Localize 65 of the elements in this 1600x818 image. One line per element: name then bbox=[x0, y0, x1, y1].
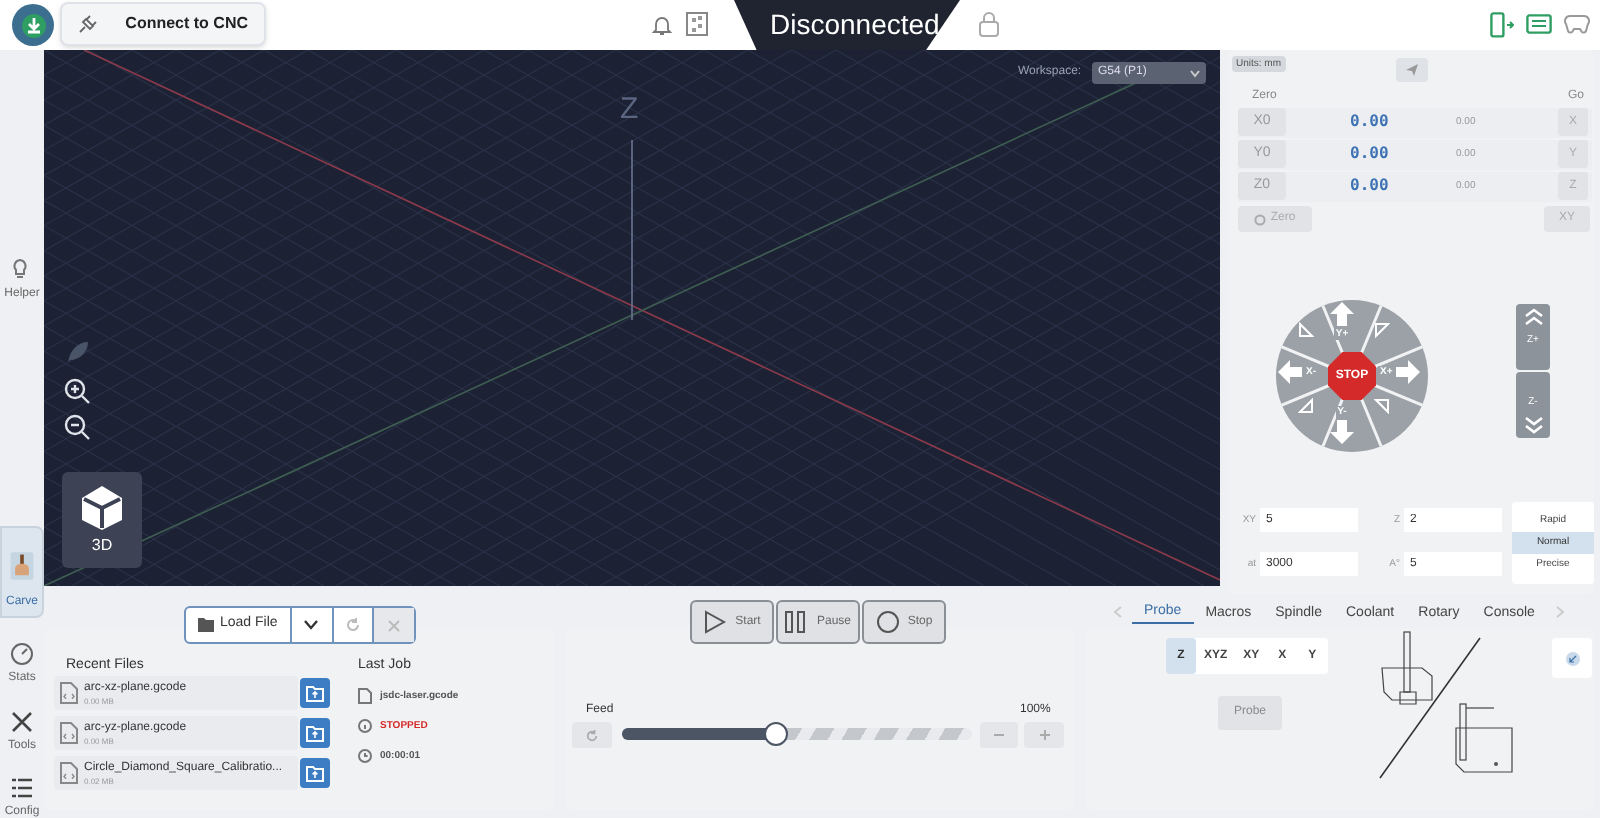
pause-icon bbox=[784, 610, 809, 634]
work-position: 0.00 bbox=[1350, 142, 1389, 166]
zoom-in-icon[interactable] bbox=[64, 378, 90, 404]
arrow-icon bbox=[1278, 360, 1302, 384]
leaf-icon[interactable] bbox=[66, 340, 90, 364]
view-button[interactable]: 3D bbox=[62, 472, 142, 568]
open-file-button[interactable] bbox=[300, 718, 330, 748]
close-button[interactable] bbox=[373, 608, 414, 642]
diagonal-jog-button[interactable] bbox=[1374, 398, 1390, 414]
grid-icon[interactable] bbox=[686, 12, 708, 36]
minus-icon bbox=[994, 734, 1004, 736]
gamepad-icon[interactable] bbox=[1564, 14, 1590, 34]
connection-status: Disconnected bbox=[770, 8, 940, 40]
download-icon bbox=[21, 13, 45, 37]
zoom-out-icon[interactable] bbox=[64, 414, 90, 440]
slider-track[interactable] bbox=[622, 728, 972, 740]
reload-icon bbox=[345, 618, 360, 632]
folder-upload-icon bbox=[306, 725, 324, 741]
send-icon bbox=[1406, 64, 1418, 76]
carve-icon bbox=[8, 550, 36, 582]
phone-icon[interactable] bbox=[1490, 12, 1514, 38]
diagonal-jog-button[interactable] bbox=[1298, 398, 1314, 414]
double-chevron-icon bbox=[1523, 416, 1543, 434]
arrow-icon bbox=[1396, 360, 1421, 384]
expand-button[interactable] bbox=[1552, 638, 1592, 678]
circle-icon bbox=[875, 610, 900, 634]
axis-label: Z bbox=[620, 94, 639, 126]
open-file-button[interactable] bbox=[300, 758, 330, 788]
config-icon bbox=[10, 776, 34, 800]
caret-icon bbox=[1190, 69, 1200, 77]
code-file-icon bbox=[60, 722, 78, 744]
code-file-icon bbox=[60, 682, 78, 704]
folder-upload-icon bbox=[306, 765, 324, 781]
play-icon bbox=[703, 610, 728, 634]
slider-thumb[interactable] bbox=[764, 722, 788, 746]
work-position: 0.00 bbox=[1350, 174, 1389, 198]
close-icon bbox=[387, 619, 400, 631]
cube-icon bbox=[78, 484, 126, 532]
reset-button[interactable] bbox=[572, 722, 612, 748]
send-button[interactable] bbox=[1396, 58, 1428, 82]
file-icon bbox=[358, 688, 372, 704]
connect-button[interactable]: Connect to CNC bbox=[60, 2, 266, 46]
code-file-icon bbox=[60, 762, 78, 784]
keyboard-icon[interactable] bbox=[1526, 14, 1552, 34]
folder-icon bbox=[198, 618, 214, 632]
arrow-icon bbox=[1330, 302, 1354, 326]
folder-upload-icon bbox=[306, 685, 324, 701]
diagonal-jog-button[interactable] bbox=[1374, 322, 1390, 338]
app-logo-icon[interactable] bbox=[12, 4, 54, 46]
plus-icon bbox=[1039, 730, 1049, 740]
chevron-down-icon bbox=[304, 620, 319, 630]
clock-icon bbox=[358, 748, 372, 764]
double-chevron-icon bbox=[1523, 308, 1543, 326]
increase-button[interactable] bbox=[1024, 722, 1064, 748]
arrow-icon bbox=[1330, 420, 1354, 444]
diagonal-jog-button[interactable] bbox=[1298, 322, 1314, 338]
plug-icon bbox=[76, 12, 100, 36]
reload-icon bbox=[586, 729, 598, 741]
info-icon bbox=[358, 718, 372, 734]
expand-icon bbox=[1565, 651, 1579, 665]
bell-icon[interactable] bbox=[652, 14, 672, 36]
lock-icon[interactable] bbox=[978, 10, 1000, 38]
open-file-button[interactable] bbox=[300, 678, 330, 708]
work-position: 0.00 bbox=[1350, 110, 1389, 134]
stats-icon bbox=[10, 642, 34, 666]
